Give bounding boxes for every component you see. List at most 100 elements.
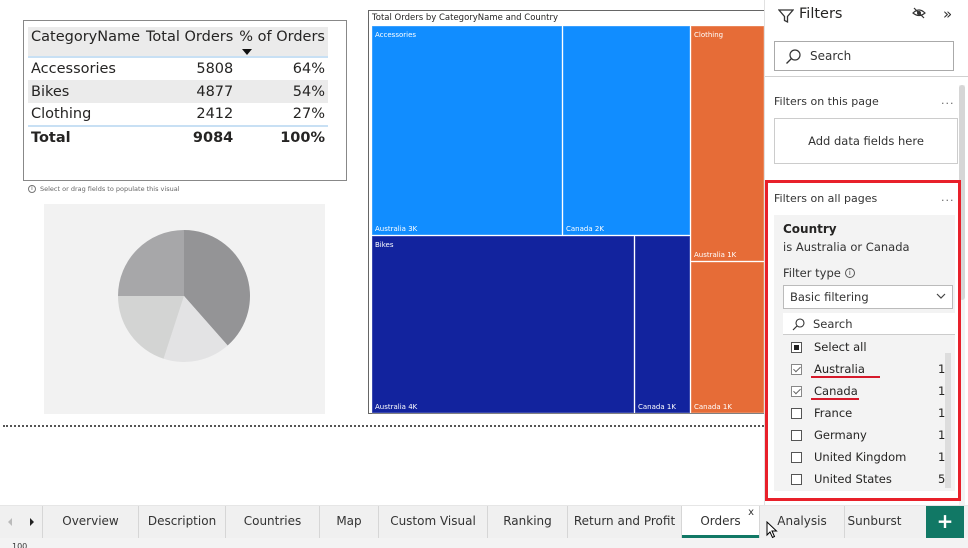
filter-description: is Australia or Canada xyxy=(783,240,910,254)
table-row[interactable]: Accessories 5808 64% xyxy=(28,57,328,80)
pie-placeholder-svg xyxy=(117,230,250,362)
chevron-down-icon xyxy=(936,293,946,299)
filter-value-item[interactable]: France 1 xyxy=(783,403,955,425)
previous-tab-icon[interactable] xyxy=(8,518,12,526)
tab-orders[interactable]: Orders x xyxy=(681,506,759,539)
cell-category: Clothing xyxy=(31,106,92,122)
cell-total-pct: 100% xyxy=(236,125,328,149)
filter-search-placeholder: Search xyxy=(813,317,853,331)
cell-total-label: Total xyxy=(28,125,144,149)
column-header-category[interactable]: CategoryName xyxy=(28,27,144,58)
add-data-fields-dropzone[interactable]: Add data fields here xyxy=(774,118,958,164)
filter-values-search-input[interactable]: Search xyxy=(783,313,955,335)
treemap-tile[interactable] xyxy=(634,235,691,414)
treemap-tile[interactable] xyxy=(372,26,563,236)
report-canvas: CategoryName Total Orders % of Orders Ac… xyxy=(0,0,765,505)
visual-hint: i Select or drag fields to populate this… xyxy=(28,185,180,193)
checkbox[interactable] xyxy=(791,364,802,375)
mouse-cursor-icon xyxy=(766,521,778,539)
column-header-total-orders[interactable]: Total Orders xyxy=(143,27,237,58)
cell-pct: 54% xyxy=(236,80,328,103)
more-options-icon[interactable]: ... xyxy=(941,191,955,204)
table-row[interactable]: Clothing 2412 27% xyxy=(28,103,328,126)
checkbox[interactable] xyxy=(791,474,802,485)
table-total-row: Total 9084 100% xyxy=(28,125,328,149)
table-header-row: CategoryName Total Orders % of Orders xyxy=(28,27,328,58)
filters-on-this-page-title: Filters on this page xyxy=(774,95,879,108)
checkbox[interactable] xyxy=(791,342,802,353)
collapse-pane-icon[interactable]: » xyxy=(943,6,952,22)
filter-value-item[interactable]: Select all xyxy=(783,337,955,359)
cell-category: Bikes xyxy=(28,80,144,103)
treemap-category-accessories[interactable]: Australia 3K Canada 2K Accessories xyxy=(372,26,691,236)
column-header-pct-orders[interactable]: % of Orders xyxy=(236,27,328,58)
filter-value-item[interactable]: United Kingdom 1 xyxy=(783,447,955,469)
filters-search-placeholder: Search xyxy=(810,49,852,63)
empty-pie-visual[interactable] xyxy=(44,204,325,414)
filter-type-dropdown[interactable]: Basic filtering xyxy=(783,285,953,309)
treemap-tile[interactable] xyxy=(690,261,765,414)
orders-table: CategoryName Total Orders % of Orders Ac… xyxy=(28,27,328,149)
tab-return-and-profit[interactable]: Return and Profit xyxy=(567,506,681,539)
treemap-title: Total Orders by CategoryName and Country xyxy=(372,13,559,23)
checkbox[interactable] xyxy=(791,386,802,397)
treemap-category-bikes[interactable]: Australia 4K Canada 1K Bikes xyxy=(372,235,691,414)
checkbox[interactable] xyxy=(791,430,802,441)
filter-value-name: Germany xyxy=(814,428,867,442)
tab-label: Analysis xyxy=(777,514,827,528)
info-icon[interactable]: i xyxy=(844,268,855,278)
treemap-tile-label: Canada 2K xyxy=(566,225,604,233)
tab-sunburst[interactable]: Sunburst xyxy=(844,506,904,539)
filter-value-name: United Kingdom xyxy=(814,450,907,464)
annotation-underline xyxy=(811,398,859,400)
cell-orders: 2412 xyxy=(196,106,234,122)
filter-value-item[interactable]: United States 5 xyxy=(783,469,955,491)
treemap-tile[interactable] xyxy=(372,235,635,414)
tab-map[interactable]: Map xyxy=(319,506,378,539)
status-zoom-text: 100 xyxy=(12,542,28,548)
tab-label: Countries xyxy=(243,514,302,528)
annotation-underline xyxy=(811,376,880,378)
eye-hide-icon[interactable] xyxy=(912,7,926,19)
orders-table-visual[interactable]: CategoryName Total Orders % of Orders Ac… xyxy=(23,20,347,181)
cell-pct: 27% xyxy=(292,106,325,122)
visual-hint-text: Select or drag fields to populate this v… xyxy=(40,185,180,193)
next-tab-icon[interactable] xyxy=(30,518,34,526)
tab-label: Orders xyxy=(700,514,741,528)
page-tabs-bar: Overview Description Countries Map Custom Vi… xyxy=(0,505,968,539)
filter-value-item[interactable]: Australia 1 xyxy=(783,359,955,381)
treemap-category-clothing[interactable]: Australia 1K Canada 1K Clothing xyxy=(690,26,765,414)
checkbox[interactable] xyxy=(791,408,802,419)
checkbox[interactable] xyxy=(791,452,802,463)
filter-value-item[interactable]: Germany 1 xyxy=(783,425,955,447)
filter-value-name: Select all xyxy=(814,340,867,354)
filter-type-text: Filter type xyxy=(783,266,841,280)
treemap-visual[interactable]: Total Orders by CategoryName and Country… xyxy=(368,10,765,414)
filter-value-item[interactable]: Canada 1 xyxy=(783,381,955,403)
tab-countries[interactable]: Countries xyxy=(225,506,319,539)
tab-description[interactable]: Description xyxy=(138,506,225,539)
treemap-tile[interactable] xyxy=(690,26,765,262)
treemap-tile[interactable] xyxy=(562,26,691,236)
filters-search-input[interactable]: Search xyxy=(774,41,954,71)
filter-value-list: Select all Australia 1 Canada 1 France 1 German… xyxy=(783,337,955,491)
close-tab-icon[interactable]: x xyxy=(748,506,754,528)
treemap-tile-label: Australia 4K xyxy=(375,403,418,411)
treemap-tile-label: Canada 1K xyxy=(694,403,732,411)
filter-type-value: Basic filtering xyxy=(790,290,869,304)
treemap-tile-label: Canada 1K xyxy=(638,403,676,411)
filter-list-scrollbar[interactable] xyxy=(945,353,951,488)
treemap-category-label: Accessories xyxy=(375,31,416,39)
tab-custom-visual[interactable]: Custom Visual xyxy=(378,506,487,539)
cell-category: Accessories xyxy=(31,61,116,77)
tab-navigation xyxy=(0,506,42,539)
status-bar: 100 xyxy=(0,538,968,548)
country-filter-card[interactable]: Country is Australia or Canada Filter ty… xyxy=(774,215,955,491)
more-options-icon[interactable]: ... xyxy=(941,94,955,107)
info-icon: i xyxy=(28,185,36,193)
add-page-button[interactable]: + xyxy=(926,506,964,538)
table-row[interactable]: Bikes 4877 54% xyxy=(28,80,328,103)
tab-ranking[interactable]: Ranking xyxy=(487,506,567,539)
tab-overview[interactable]: Overview xyxy=(42,506,138,539)
filter-value-name: France xyxy=(814,406,853,420)
